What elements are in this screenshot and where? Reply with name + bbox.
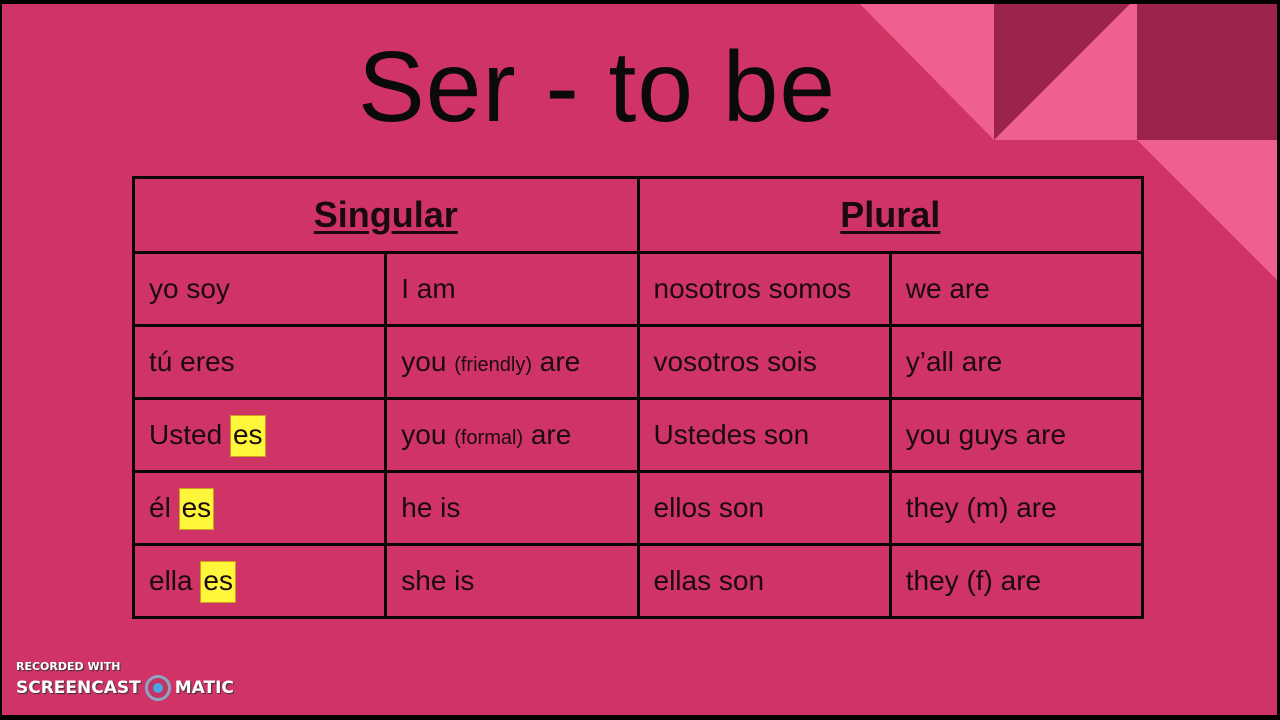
singular-spanish-cell: tú eres bbox=[131, 324, 388, 400]
plural-english-cell: we are bbox=[888, 251, 1145, 327]
table-row: yo soy I am nosotros somos we are bbox=[131, 251, 1145, 327]
singular-pronoun: Usted bbox=[149, 419, 223, 450]
plural-spanish-cell: Ustedes son bbox=[636, 397, 892, 473]
header-singular: Singular bbox=[132, 176, 640, 254]
header-plural: Plural bbox=[636, 176, 1144, 254]
plural-english-cell: y’all are bbox=[888, 324, 1145, 400]
record-icon bbox=[144, 675, 171, 701]
singular-pronoun: tú eres bbox=[149, 346, 235, 377]
deco-triangle-light-3 bbox=[1137, 140, 1277, 280]
singular-english-cell: you (formal) are bbox=[384, 397, 640, 473]
english-note: (friendly) bbox=[454, 354, 532, 376]
plural-english-cell: you guys are bbox=[888, 397, 1145, 473]
table-row: él es he is ellos son they (m) are bbox=[131, 470, 1145, 546]
singular-english: he is bbox=[401, 492, 461, 523]
singular-pronoun: él bbox=[149, 492, 171, 523]
english-subject: you bbox=[401, 419, 447, 450]
highlighted-verb: es bbox=[229, 415, 266, 457]
english-verb: are bbox=[539, 346, 581, 377]
singular-english: I am bbox=[401, 273, 456, 304]
singular-english-cell: I am bbox=[384, 251, 640, 327]
singular-spanish-cell: yo soy bbox=[131, 251, 388, 327]
singular-english-cell: you (friendly) are bbox=[384, 324, 640, 400]
plural-english-cell: they (m) are bbox=[888, 470, 1145, 546]
singular-spanish-cell: Usted es bbox=[131, 397, 388, 473]
slide-title: Ser - to be bbox=[358, 31, 836, 143]
plural-spanish-cell: nosotros somos bbox=[636, 251, 892, 327]
plural-english-cell: they (f) are bbox=[888, 543, 1145, 619]
screencast-watermark: RECORDED WITH SCREENCAST MATIC bbox=[16, 660, 234, 701]
singular-pronoun: ella bbox=[149, 565, 193, 596]
watermark-brand-right: MATIC bbox=[174, 678, 234, 698]
watermark-brand-left: SCREENCAST bbox=[16, 678, 141, 698]
singular-spanish-cell: ella es bbox=[131, 543, 388, 619]
singular-english-cell: she is bbox=[384, 543, 640, 619]
singular-english: she is bbox=[401, 565, 475, 596]
conjugation-table: Singular Plural yo soy I am nosotros som… bbox=[131, 176, 1145, 619]
watermark-brand: SCREENCAST MATIC bbox=[16, 675, 234, 701]
singular-pronoun: yo soy bbox=[149, 273, 230, 304]
table-row: tú eres you (friendly) are vosotros sois… bbox=[131, 324, 1145, 400]
singular-spanish-cell: él es bbox=[131, 470, 388, 546]
watermark-recorded-with: RECORDED WITH bbox=[16, 660, 121, 673]
singular-english-cell: he is bbox=[384, 470, 640, 546]
table-header-row: Singular Plural bbox=[132, 176, 1144, 254]
highlighted-verb: es bbox=[200, 561, 236, 603]
english-subject: you bbox=[401, 346, 447, 377]
plural-spanish-cell: ellas son bbox=[636, 543, 892, 619]
plural-spanish-cell: ellos son bbox=[636, 470, 892, 546]
table-row: ella es she is ellas son they (f) are bbox=[131, 543, 1145, 619]
plural-spanish-cell: vosotros sois bbox=[636, 324, 892, 400]
english-verb: are bbox=[530, 419, 572, 450]
highlighted-verb: es bbox=[178, 488, 215, 530]
table-row: Usted es you (formal) are Ustedes son yo… bbox=[131, 397, 1145, 473]
english-note: (formal) bbox=[454, 427, 524, 449]
